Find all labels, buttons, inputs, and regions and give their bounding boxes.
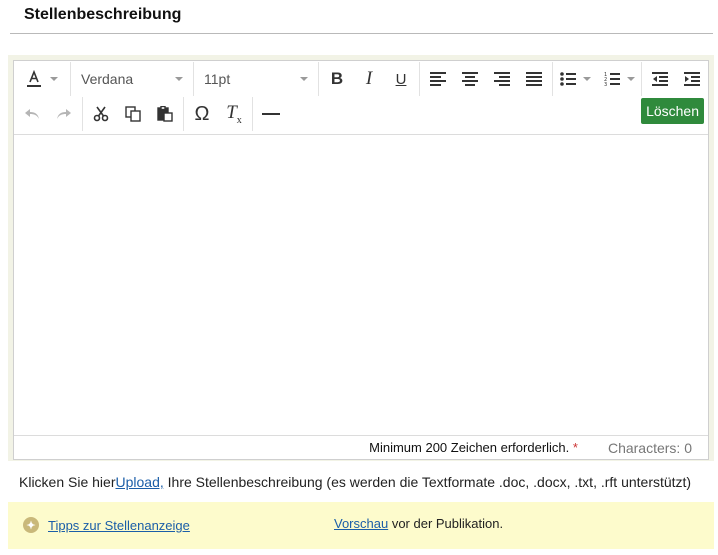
preview-hint: Vorschau vor der Publikation. bbox=[334, 516, 503, 531]
underline-icon: U bbox=[395, 70, 407, 88]
bold-button[interactable]: B bbox=[321, 65, 353, 93]
tips-link[interactable]: Tipps zur Stellenanzeige bbox=[48, 518, 190, 533]
font-size-select[interactable]: 11pt bbox=[196, 65, 316, 93]
upload-suffix: Ihre Stellenbeschreibung (es werden die … bbox=[163, 474, 692, 490]
font-size-value: 11pt bbox=[204, 71, 231, 87]
redo-button[interactable] bbox=[48, 100, 80, 128]
cut-button[interactable] bbox=[85, 100, 117, 128]
clear-format-icon: Tx bbox=[226, 102, 242, 126]
align-center-button[interactable] bbox=[454, 65, 486, 93]
italic-button[interactable]: I bbox=[353, 65, 385, 93]
italic-icon: I bbox=[365, 68, 373, 89]
preview-suffix: vor der Publikation. bbox=[388, 516, 504, 531]
numbered-list-icon: 123 bbox=[604, 72, 620, 87]
align-right-button[interactable] bbox=[486, 65, 518, 93]
editor-toolbar: Verdana 11pt B I U 1 2 3 Ω Tx Löschen bbox=[14, 61, 708, 135]
indent-button[interactable] bbox=[676, 65, 708, 93]
undo-button[interactable] bbox=[16, 100, 48, 128]
min-length-hint: Minimum 200 Zeichen erforderlich. * bbox=[369, 440, 578, 455]
special-character-button[interactable]: Ω bbox=[186, 100, 218, 128]
preview-link[interactable]: Vorschau bbox=[334, 516, 388, 531]
chevron-down-icon bbox=[175, 77, 183, 81]
title-divider bbox=[10, 33, 713, 34]
clear-format-button[interactable]: Tx bbox=[218, 100, 250, 128]
upload-prefix: Klicken Sie hier bbox=[19, 474, 116, 490]
paste-icon bbox=[157, 106, 173, 122]
horizontal-rule-icon bbox=[262, 112, 280, 116]
undo-icon bbox=[24, 107, 40, 121]
horizontal-rule-button[interactable] bbox=[255, 100, 287, 128]
omega-icon: Ω bbox=[194, 102, 210, 125]
font-family-value: Verdana bbox=[81, 71, 134, 87]
justify-button[interactable] bbox=[518, 65, 550, 93]
chevron-down-icon[interactable] bbox=[627, 77, 635, 81]
bullet-list-icon bbox=[560, 72, 576, 86]
bold-icon: B bbox=[330, 69, 344, 88]
outdent-button[interactable] bbox=[644, 65, 676, 93]
outdent-icon bbox=[652, 72, 668, 86]
align-left-icon bbox=[430, 72, 446, 86]
bullet-list-button[interactable] bbox=[555, 65, 581, 93]
paste-button[interactable] bbox=[149, 100, 181, 128]
delete-button[interactable]: Löschen bbox=[641, 98, 704, 124]
upload-link[interactable]: Upload, bbox=[116, 474, 164, 490]
copy-button[interactable] bbox=[117, 100, 149, 128]
indent-icon bbox=[684, 72, 700, 86]
chevron-down-icon bbox=[300, 77, 308, 81]
editor-status-bar: Minimum 200 Zeichen erforderlich. * Char… bbox=[14, 435, 708, 459]
upload-instructions: Klicken Sie hierUpload, Ihre Stellenbesc… bbox=[19, 474, 691, 490]
text-color-button[interactable] bbox=[16, 65, 52, 93]
chevron-down-icon[interactable] bbox=[583, 77, 591, 81]
copy-icon bbox=[125, 106, 141, 122]
cut-icon bbox=[93, 106, 109, 122]
underline-button[interactable]: U bbox=[385, 65, 417, 93]
numbered-list-button[interactable]: 123 bbox=[599, 65, 625, 93]
align-left-button[interactable] bbox=[422, 65, 454, 93]
lightbulb-icon: ✦ bbox=[23, 517, 39, 533]
align-center-icon bbox=[462, 72, 478, 86]
tips-box: ✦ Tipps zur Stellenanzeige Vorschau vor … bbox=[8, 502, 714, 549]
min-length-text: Minimum 200 Zeichen erforderlich. bbox=[369, 440, 570, 455]
required-mark: * bbox=[572, 440, 578, 455]
page-title: Stellenbeschreibung bbox=[24, 6, 182, 23]
svg-text:3: 3 bbox=[604, 82, 607, 87]
chevron-down-icon[interactable] bbox=[50, 77, 58, 81]
text-color-icon bbox=[26, 70, 42, 88]
character-count: Characters: 0 bbox=[607, 439, 692, 456]
editor-content-area[interactable] bbox=[14, 136, 708, 436]
editor-frame: Verdana 11pt B I U 1 2 3 Ω Tx Löschen Mi… bbox=[8, 55, 714, 461]
redo-icon bbox=[56, 107, 72, 121]
font-family-select[interactable]: Verdana bbox=[73, 65, 191, 93]
justify-icon bbox=[526, 72, 542, 86]
align-right-icon bbox=[494, 72, 510, 86]
rich-text-editor: Verdana 11pt B I U 1 2 3 Ω Tx Löschen Mi… bbox=[13, 60, 709, 460]
